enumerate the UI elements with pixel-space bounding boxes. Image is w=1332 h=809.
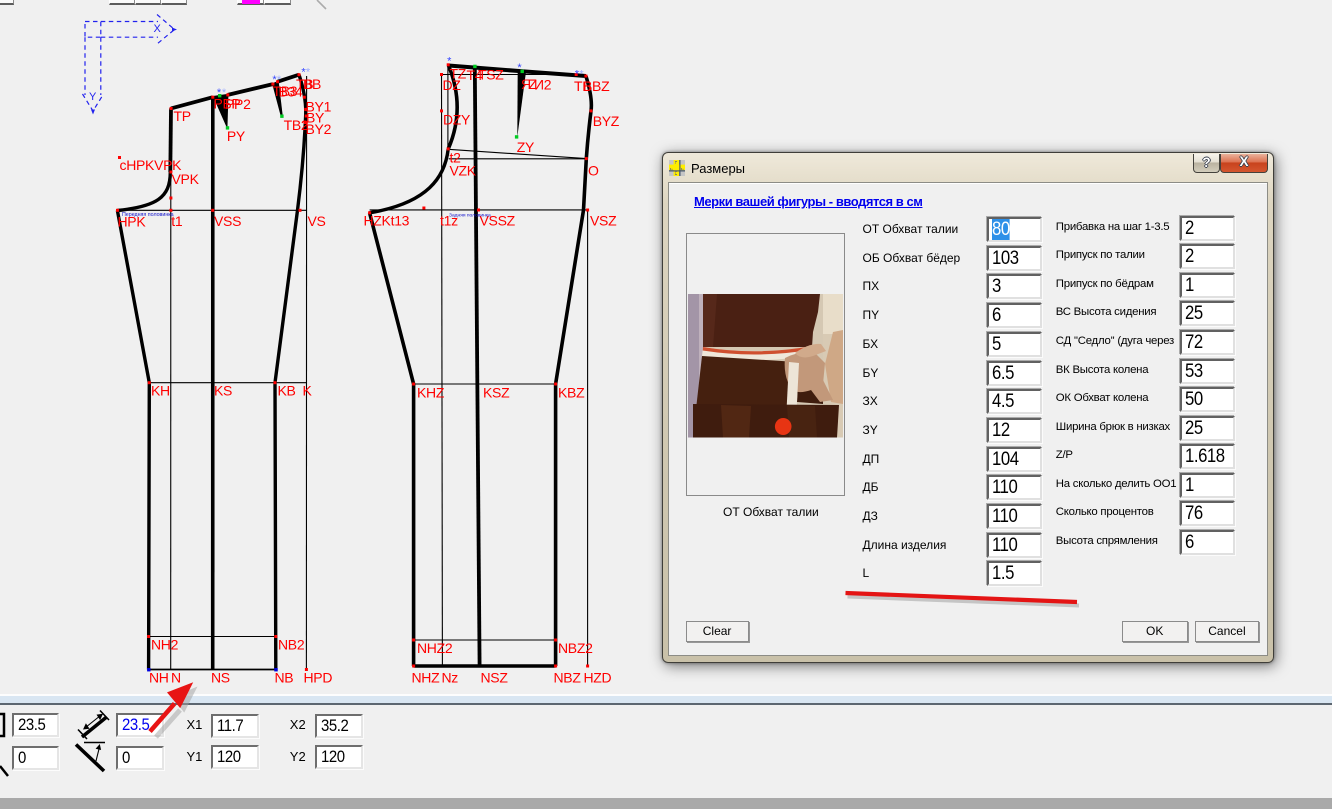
svg-text:KS: KS: [214, 383, 232, 399]
svg-text:NHZ: NHZ: [412, 670, 441, 686]
svg-text:Y: Y: [89, 91, 97, 103]
svg-text:Задняя половинка: Задняя половинка: [449, 213, 491, 219]
svg-text:KBZ: KBZ: [558, 385, 585, 401]
svg-text:Nz: Nz: [442, 670, 459, 686]
svg-text:KSZ: KSZ: [483, 385, 510, 401]
svg-text:В34: В34: [279, 83, 304, 99]
svg-text:ВВZ: ВВZ: [583, 78, 610, 94]
svg-text:NBZ: NBZ: [554, 670, 582, 686]
svg-text:HZD: HZD: [584, 670, 612, 686]
svg-text:HZKt13: HZKt13: [364, 213, 410, 229]
svg-text:РР2: РР2: [225, 96, 251, 112]
svg-text:NHZ2: NHZ2: [417, 640, 453, 656]
svg-text:VS: VS: [308, 213, 326, 229]
svg-text:ВВ: ВВ: [303, 76, 321, 92]
svg-text:ZY: ZY: [517, 139, 535, 155]
svg-text:DZ: DZ: [443, 77, 462, 93]
svg-text:KB: KB: [278, 383, 296, 399]
svg-text:TP: TP: [174, 108, 191, 124]
svg-text:VZK: VZK: [450, 163, 477, 179]
svg-text:NB2: NB2: [278, 637, 305, 653]
svg-text:KH: KH: [151, 383, 170, 399]
svg-text:VSZ: VSZ: [590, 213, 617, 229]
svg-text:VPK: VPK: [172, 171, 200, 187]
svg-text:K: K: [303, 383, 313, 399]
svg-text:ТSZ: ТSZ: [478, 67, 504, 83]
svg-text:KHZ: KHZ: [417, 385, 445, 401]
svg-text:Передняя половинка: Передняя половинка: [122, 212, 174, 218]
svg-text:DZY: DZY: [443, 112, 471, 128]
svg-text:И2: И2: [534, 76, 552, 92]
svg-text:BYZ: BYZ: [593, 113, 620, 129]
svg-text:VSS: VSS: [214, 213, 241, 229]
svg-text:HPD: HPD: [304, 670, 333, 686]
svg-text:NH2: NH2: [151, 637, 179, 653]
svg-text:*: *: [517, 62, 522, 74]
svg-text:NBZ2: NBZ2: [558, 640, 593, 656]
svg-text:NSZ: NSZ: [481, 670, 509, 686]
svg-text:X: X: [154, 23, 162, 35]
svg-text:PY: PY: [227, 128, 246, 144]
svg-text:O: O: [588, 163, 599, 179]
svg-text:BY2: BY2: [306, 121, 332, 137]
